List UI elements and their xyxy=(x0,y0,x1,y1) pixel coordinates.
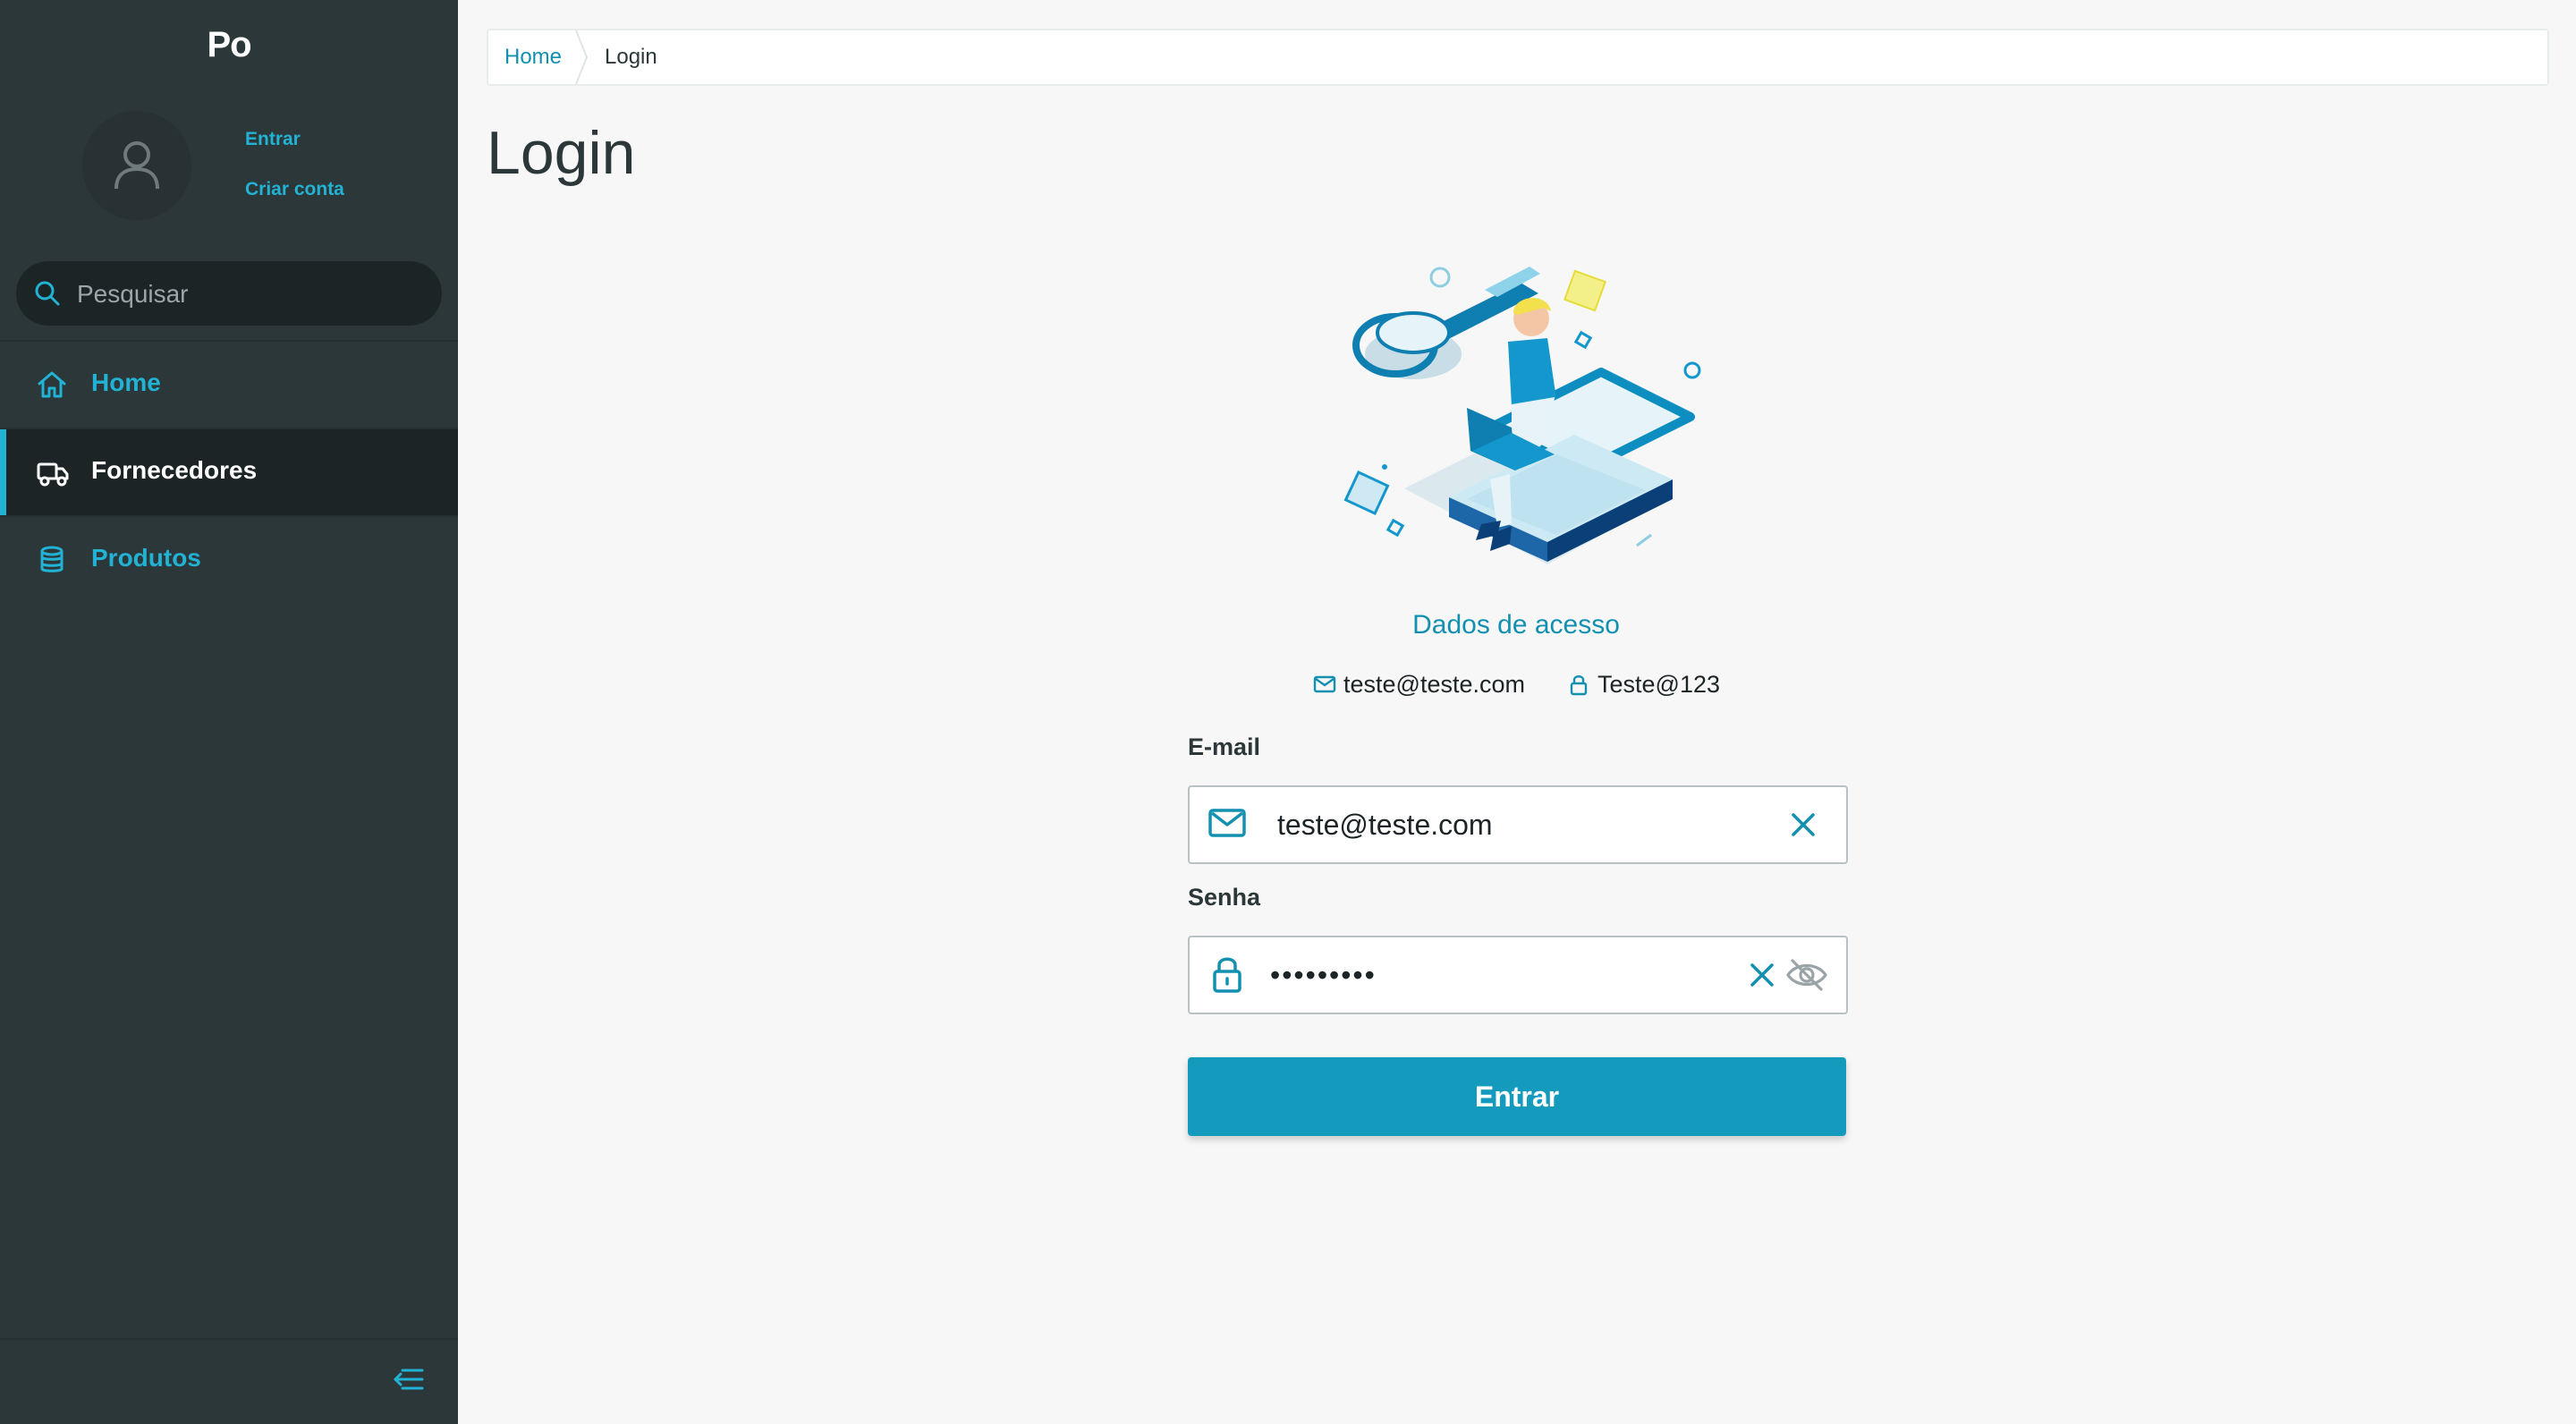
sidebar-item-label: Produtos xyxy=(91,544,201,572)
page-title: Login xyxy=(487,119,636,187)
database-icon xyxy=(40,546,64,572)
sidebar-item-home[interactable]: Home xyxy=(0,342,458,428)
access-data-title: Dados de acesso xyxy=(1412,610,1620,640)
access-password-value: Teste@123 xyxy=(1597,671,1720,698)
breadcrumb-home-link[interactable]: Home xyxy=(504,45,562,70)
breadcrumb-current: Login xyxy=(605,45,657,69)
lock-icon xyxy=(1213,957,1241,993)
sidebar-search xyxy=(16,261,442,326)
lock-icon xyxy=(1570,675,1588,696)
password-input[interactable] xyxy=(1268,950,1719,1000)
eye-off-icon[interactable] xyxy=(1785,957,1828,993)
avatar xyxy=(82,111,191,220)
divider xyxy=(0,1338,458,1340)
search-input[interactable] xyxy=(75,270,428,318)
home-icon xyxy=(38,371,66,398)
truck-icon xyxy=(37,462,69,487)
login-illustration xyxy=(1343,267,1701,564)
password-label: Senha xyxy=(1188,884,1261,911)
clear-password-icon[interactable] xyxy=(1750,962,1775,987)
email-input[interactable] xyxy=(1275,800,1744,850)
breadcrumb: Home Login xyxy=(487,29,2549,86)
clear-email-icon[interactable] xyxy=(1791,812,1816,837)
app-logo[interactable]: Po xyxy=(0,25,458,65)
email-label: E-mail xyxy=(1188,733,1261,760)
sidebar-signup-link[interactable]: Criar conta xyxy=(245,179,344,200)
search-icon xyxy=(35,281,60,306)
collapse-menu-button[interactable] xyxy=(390,1361,426,1397)
collapse-menu-icon xyxy=(394,1369,424,1390)
sidebar-item-label: Home xyxy=(91,369,161,396)
password-field xyxy=(1188,936,1848,1014)
user-icon xyxy=(114,141,159,190)
email-field xyxy=(1188,785,1848,864)
sidebar-item-label: Fornecedores xyxy=(91,456,258,484)
sidebar-login-link[interactable]: Entrar xyxy=(245,129,301,150)
sidebar-item-produtos[interactable]: Produtos xyxy=(0,517,458,603)
sidebar: Po Entrar Criar conta Home Fornecedores xyxy=(0,0,458,1424)
sidebar-item-fornecedores[interactable]: Fornecedores xyxy=(0,429,458,515)
breadcrumb-separator-icon xyxy=(575,30,589,84)
mail-icon xyxy=(1208,809,1246,837)
access-email-value: teste@teste.com xyxy=(1343,671,1525,698)
mail-icon xyxy=(1313,675,1336,693)
login-button[interactable]: Entrar xyxy=(1188,1057,1846,1136)
